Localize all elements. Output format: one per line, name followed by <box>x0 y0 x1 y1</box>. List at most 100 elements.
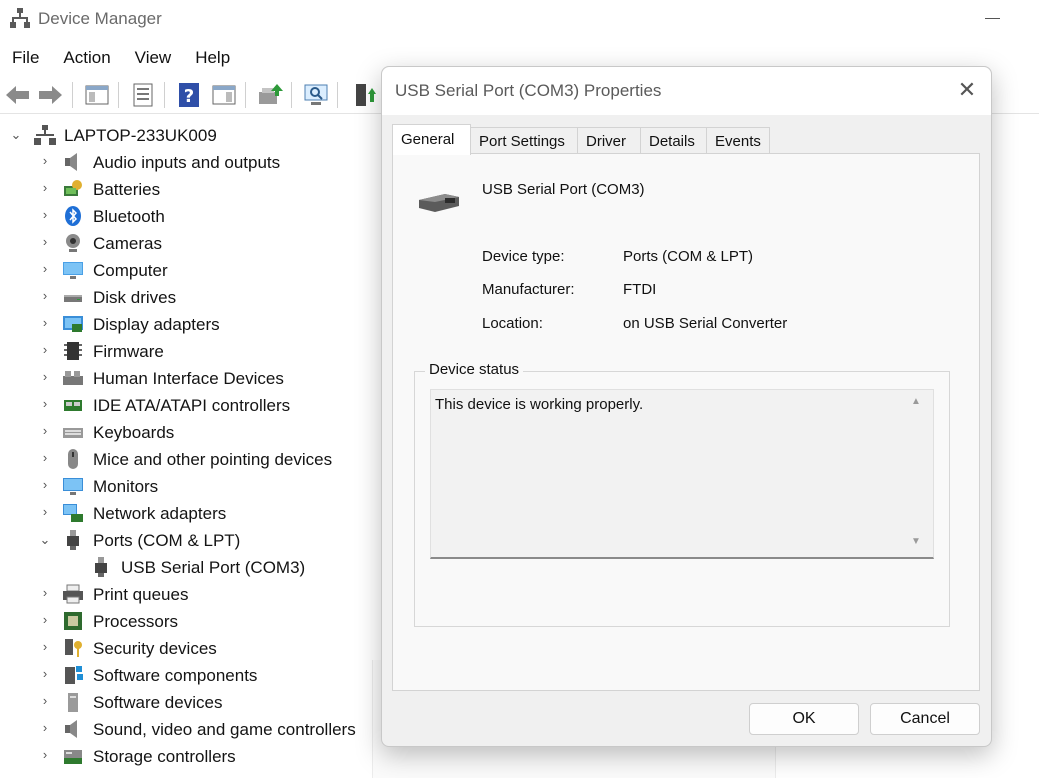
ide-controller-icon <box>64 400 82 411</box>
tree-item[interactable]: › Bluetooth <box>0 203 380 230</box>
menu-action[interactable]: Action <box>51 44 122 74</box>
tree-item[interactable]: › Cameras <box>0 230 380 257</box>
network-adapter-icon <box>63 504 83 522</box>
tree-item[interactable]: › Audio inputs and outputs <box>0 149 380 176</box>
device-manager-icon <box>10 8 30 28</box>
tree-item[interactable]: › Display adapters <box>0 311 380 338</box>
menu-file[interactable]: File <box>0 44 51 74</box>
tree-item[interactable]: › Security devices <box>0 635 380 662</box>
chevron-right-icon[interactable]: › <box>38 315 52 330</box>
chevron-right-icon[interactable]: › <box>38 288 52 303</box>
tree-item[interactable]: › Computer <box>0 257 380 284</box>
chevron-down-icon[interactable]: ⌄ <box>38 532 52 548</box>
tree-item[interactable]: › Sound, video and game controllers <box>0 716 380 743</box>
tree-root[interactable]: ⌄ LAPTOP-233UK009 <box>0 122 380 149</box>
chevron-right-icon[interactable]: › <box>38 585 52 600</box>
tab-details[interactable]: Details <box>640 127 707 154</box>
chevron-right-icon[interactable]: › <box>38 180 52 195</box>
chevron-right-icon[interactable]: › <box>38 450 52 465</box>
tree-item[interactable]: › Firmware <box>0 338 380 365</box>
security-device-icon <box>65 639 82 657</box>
help-icon[interactable]: ? <box>174 80 204 110</box>
tree-item[interactable]: › Keyboards <box>0 419 380 446</box>
printer-icon <box>63 584 83 604</box>
tree-item-label: Audio inputs and outputs <box>93 153 281 172</box>
hid-icon <box>63 371 83 385</box>
cancel-button[interactable]: Cancel <box>870 703 980 735</box>
tree-item[interactable]: › Storage controllers <box>0 743 380 770</box>
tree-item-label: Software devices <box>93 693 223 712</box>
update-driver-icon[interactable] <box>255 80 285 110</box>
tree-item[interactable]: › Processors <box>0 608 380 635</box>
properties-icon[interactable] <box>128 80 158 110</box>
tab-events[interactable]: Events <box>706 127 770 154</box>
manufacturer-label: Manufacturer: <box>482 281 575 298</box>
close-icon[interactable]: ✕ <box>952 77 982 103</box>
chevron-right-icon[interactable]: › <box>38 747 52 762</box>
speaker-icon <box>65 153 77 171</box>
forward-arrow-icon[interactable] <box>35 80 65 110</box>
chevron-right-icon[interactable]: › <box>38 396 52 411</box>
tab-driver[interactable]: Driver <box>577 127 641 154</box>
chevron-right-icon[interactable]: › <box>38 666 52 681</box>
computer-root-icon <box>34 125 56 145</box>
tree-item-label: Disk drives <box>93 288 177 307</box>
chevron-right-icon[interactable]: › <box>38 477 52 492</box>
tree-item[interactable]: › IDE ATA/ATAPI controllers <box>0 392 380 419</box>
tree-item[interactable]: › Software devices <box>0 689 380 716</box>
device-type-value: Ports (COM & LPT) <box>623 248 754 265</box>
action-pane-icon[interactable] <box>209 80 239 110</box>
location-label: Location: <box>482 315 543 332</box>
chevron-right-icon[interactable]: › <box>38 612 52 627</box>
menu-view[interactable]: View <box>123 44 184 74</box>
tree-item[interactable]: › Batteries <box>0 176 380 203</box>
tree-item[interactable]: › Software components <box>0 662 380 689</box>
tree-item[interactable]: › Human Interface Devices <box>0 365 380 392</box>
chevron-right-icon[interactable]: › <box>38 639 52 654</box>
scan-hardware-icon[interactable] <box>301 80 331 110</box>
tab-general[interactable]: General <box>392 124 471 155</box>
chevron-right-icon[interactable]: › <box>38 423 52 438</box>
tree-item[interactable]: › Mice and other pointing devices <box>0 446 380 473</box>
chevron-right-icon[interactable]: › <box>38 153 52 168</box>
scroll-down-arrow-icon[interactable]: ▼ <box>911 536 921 547</box>
chevron-right-icon[interactable]: › <box>38 234 52 249</box>
scroll-up-arrow-icon[interactable]: ▲ <box>911 396 921 407</box>
firmware-icon <box>64 342 82 360</box>
tree-item[interactable]: USB Serial Port (COM3) <box>0 554 380 581</box>
ok-button[interactable]: OK <box>749 703 859 735</box>
tree-item-label: Human Interface Devices <box>93 369 284 388</box>
chevron-down-icon[interactable]: ⌄ <box>9 127 23 143</box>
tree-root-label: LAPTOP-233UK009 <box>64 126 217 145</box>
mouse-icon <box>68 449 78 469</box>
tree-item[interactable]: ⌄ Ports (COM & LPT) <box>0 527 380 554</box>
disk-drive-icon <box>64 295 82 302</box>
chevron-right-icon[interactable]: › <box>38 207 52 222</box>
chevron-right-icon[interactable]: › <box>38 504 52 519</box>
chevron-right-icon[interactable]: › <box>38 720 52 735</box>
tree-item[interactable]: › Monitors <box>0 473 380 500</box>
tree-item[interactable]: › Disk drives <box>0 284 380 311</box>
chevron-right-icon[interactable]: › <box>38 693 52 708</box>
chevron-right-icon[interactable]: › <box>38 261 52 276</box>
tree-item[interactable]: › Network adapters <box>0 500 380 527</box>
tree-item-label: Processors <box>93 612 179 631</box>
tree-item[interactable]: › Print queues <box>0 581 380 608</box>
dialog-title-bar: USB Serial Port (COM3) Properties ✕ <box>382 67 991 115</box>
tab-port-settings[interactable]: Port Settings <box>470 127 578 154</box>
tree-item-label: Storage controllers <box>93 747 236 766</box>
chevron-right-icon[interactable]: › <box>38 369 52 384</box>
device-status-textbox[interactable]: This device is working properly. ▲ ▼ <box>430 389 934 559</box>
chevron-right-icon[interactable]: › <box>38 342 52 357</box>
computer-icon <box>63 262 83 279</box>
menu-help[interactable]: Help <box>183 44 242 74</box>
back-arrow-icon[interactable] <box>3 80 33 110</box>
tree-item-label: USB Serial Port (COM3) <box>121 558 306 577</box>
show-hide-console-tree-icon[interactable] <box>82 80 112 110</box>
tree-item-label: Ports (COM & LPT) <box>93 531 241 550</box>
tree-item-label: Cameras <box>93 234 162 253</box>
software-component-icon <box>65 666 83 684</box>
minimize-button[interactable] <box>980 4 1006 30</box>
device-type-label: Device type: <box>482 248 565 265</box>
enable-device-icon[interactable] <box>350 80 380 110</box>
